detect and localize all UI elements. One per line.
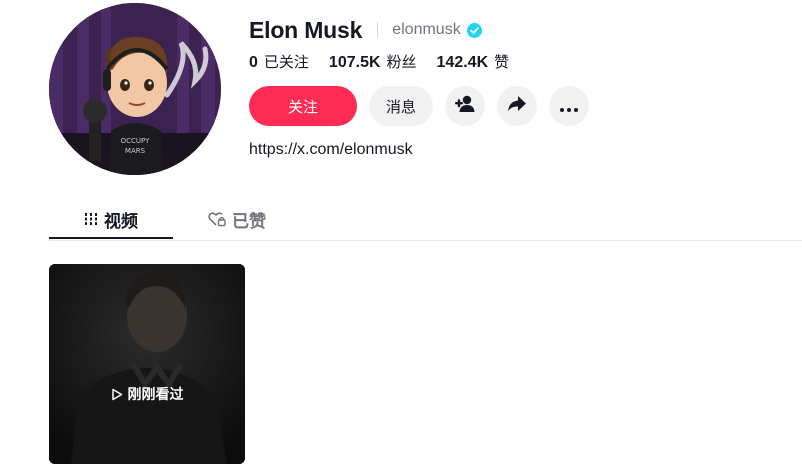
svg-text:OCCUPY: OCCUPY (121, 137, 150, 145)
profile-stats: 0 已关注 107.5K 粉丝 142.4K 赞 (249, 51, 529, 71)
recently-watched-overlay: 刚刚看过 (49, 384, 245, 404)
profile-actions: 关注 消息 (249, 86, 601, 126)
grid-icon (84, 212, 98, 226)
add-user-icon (454, 94, 476, 118)
stat-followers[interactable]: 107.5K 粉丝 (329, 51, 417, 72)
recently-watched-label: 刚刚看过 (127, 387, 184, 403)
video-thumbnail (49, 264, 245, 464)
bio-link[interactable]: https://x.com/elonmusk (249, 141, 413, 159)
tab-videos[interactable]: 视频 (49, 200, 173, 238)
username: elonmusk (392, 21, 461, 38)
profile-header: Elon Musk elonmusk (249, 15, 482, 45)
follow-button[interactable]: 关注 (249, 86, 357, 126)
stat-value: 142.4K (436, 53, 489, 71)
stat-likes: 142.4K 赞 (437, 51, 510, 72)
tab-active-indicator (49, 237, 173, 239)
stat-value: 0 (249, 53, 258, 71)
heart-lock-icon (208, 211, 226, 227)
video-card[interactable]: 刚刚看过 (49, 264, 245, 464)
tab-label: 已赞 (232, 211, 266, 232)
profile-avatar[interactable]: OCCUPY MARS (49, 3, 221, 175)
stat-label: 已关注 (263, 52, 309, 71)
stat-following[interactable]: 0 已关注 (249, 51, 309, 72)
add-friend-button[interactable] (445, 86, 485, 126)
profile-tabs: 视频 已赞 (49, 200, 802, 241)
more-button[interactable] (549, 86, 589, 126)
share-button[interactable] (497, 86, 537, 126)
tab-liked[interactable]: 已赞 (197, 200, 277, 238)
share-icon (507, 95, 527, 117)
name-divider (377, 22, 379, 38)
stat-label: 赞 (494, 52, 510, 71)
svg-text:MARS: MARS (125, 147, 146, 155)
message-button[interactable]: 消息 (369, 86, 433, 126)
play-icon (111, 388, 123, 401)
display-name: Elon Musk (249, 16, 363, 43)
stat-value: 107.5K (328, 53, 381, 71)
verified-badge-icon (466, 22, 482, 38)
tab-label: 视频 (104, 211, 138, 232)
more-icon (560, 97, 578, 116)
stat-label: 粉丝 (386, 52, 417, 71)
avatar-image: OCCUPY MARS (49, 3, 221, 175)
